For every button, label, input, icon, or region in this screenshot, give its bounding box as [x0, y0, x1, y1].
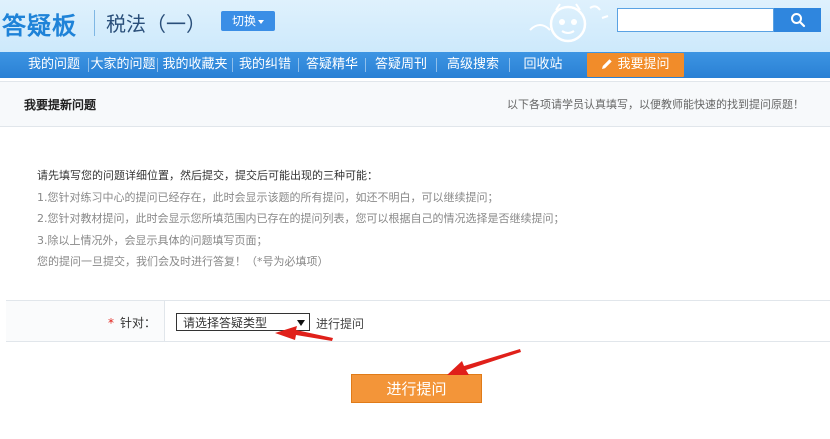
- header: 答疑板 税法（一） 切换: [0, 0, 830, 52]
- switch-label: 切换: [231, 14, 256, 28]
- nav-item-recycle-bin[interactable]: 回收站: [510, 52, 576, 78]
- main-nav: 我的问题 大家的问题 我的收藏夹 我的纠错 答疑精华 答疑周刊 高级搜索 回收站: [0, 52, 830, 78]
- target-label-text: 针对：: [119, 316, 156, 330]
- panel-hint: 以下各项请学员认真填写，以便教师能快速的找到提问原题！: [507, 98, 804, 111]
- form-label-cell: * 针对：: [6, 301, 165, 341]
- instruction-line: 2.您针对教材提问，此时会显示您所填范围内已存在的提问列表，您可以根据自己的情况…: [37, 212, 565, 225]
- dropdown-arrow-icon: [297, 320, 305, 326]
- app-logo[interactable]: 答疑板: [2, 6, 77, 41]
- instruction-line: 请先填写您的问题详细位置，然后提交，提交后可能出现的三种可能：: [37, 169, 378, 182]
- mascot-decoration-icon: [529, 3, 609, 43]
- instruction-line: 3.除以上情况外，会显示具体的问题填写页面；: [37, 233, 268, 247]
- select-value: 请选择答疑类型: [183, 316, 268, 330]
- subject-title: 税法（一）: [106, 12, 206, 36]
- caret-down-icon: [258, 19, 264, 24]
- nav-item-favorites[interactable]: 我的收藏夹: [158, 52, 232, 78]
- nav-item-my-corrections[interactable]: 我的纠错: [233, 52, 297, 78]
- nav-item-my-questions[interactable]: 我的问题: [20, 52, 88, 78]
- submit-question-button[interactable]: 进行提问: [351, 374, 482, 403]
- nav-item-weekly[interactable]: 答疑周刊: [366, 52, 436, 78]
- header-divider: [94, 10, 95, 36]
- nav-item-highlights[interactable]: 答疑精华: [299, 52, 365, 78]
- search-input[interactable]: [617, 8, 774, 32]
- switch-button[interactable]: 切换: [221, 11, 275, 31]
- instruction-line: 1.您针对练习中心的提问已经存在，此时会显示该题的所有提问，如还不明白，可以继续…: [37, 190, 499, 204]
- question-type-select[interactable]: 请选择答疑类型: [176, 313, 310, 331]
- required-mark: *: [107, 316, 114, 330]
- nav-item-all-questions[interactable]: 大家的问题: [89, 52, 157, 78]
- pencil-icon: [602, 59, 613, 69]
- nav-item-advanced-search[interactable]: 高级搜索: [437, 52, 509, 78]
- select-suffix: 进行提问: [316, 317, 365, 331]
- annotation-arrow-icon: [447, 349, 521, 375]
- target-label: * 针对：: [108, 314, 156, 331]
- ask-question-label: 我要提问: [617, 57, 670, 72]
- search-button[interactable]: [774, 8, 821, 32]
- question-target-row: * 针对： 请选择答疑类型 进行提问: [6, 300, 830, 342]
- instructions: 请先填写您的问题详细位置，然后提交，提交后可能出现的三种可能： 1.您针对练习中…: [37, 165, 565, 273]
- instruction-line: 您的提问一旦提交，我们会及时进行答复！（*号为必填项）: [37, 255, 329, 268]
- panel-header: 我要提新问题 以下各项请学员认真填写，以便教师能快速的找到提问原题！: [0, 81, 830, 127]
- ask-question-button[interactable]: 我要提问: [587, 53, 684, 77]
- panel-title: 我要提新问题: [24, 98, 97, 112]
- search-icon: [790, 13, 805, 28]
